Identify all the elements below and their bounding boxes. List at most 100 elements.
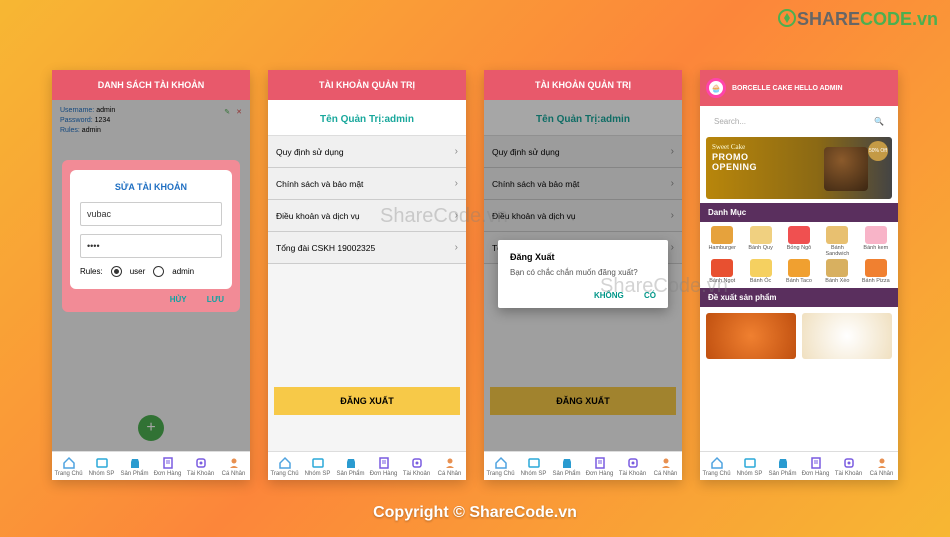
nav-label: Đơn Hàng — [799, 471, 832, 477]
dialog-message: Bạn có chắc chắn muốn đăng xuất? — [510, 268, 656, 277]
dialog-no-button[interactable]: KHÔNG — [594, 291, 624, 300]
search-input[interactable]: Search... 🔍 — [706, 112, 892, 131]
menu-item[interactable]: Chính sách và bảo mật› — [268, 168, 466, 200]
app-header: 🧁 BORCELLE CAKE HELLO ADMIN — [700, 70, 898, 106]
nav-item[interactable]: Nhóm SP — [301, 452, 334, 480]
nav-item[interactable]: Đơn Hàng — [367, 452, 400, 480]
nav-label: Tài Khoản — [400, 471, 433, 477]
phone-screen-1: DANH SÁCH TÀI KHOẢN Username: admin Pass… — [52, 70, 250, 480]
category-item[interactable]: Bánh kem — [858, 226, 894, 257]
menu-item[interactable]: Điều khoản và dịch vụ› — [268, 200, 466, 232]
radio-admin[interactable] — [153, 266, 164, 277]
cancel-button[interactable]: HỦY — [170, 295, 187, 304]
category-item[interactable]: Bỏng Ngô — [781, 226, 817, 257]
menu-item[interactable]: Quy định sử dụng› — [268, 136, 466, 168]
nav-label: Tài Khoản — [616, 471, 649, 477]
nav-item[interactable]: Trang Chủ — [484, 452, 517, 480]
nav-icon — [527, 456, 541, 470]
nav-item[interactable]: Đơn Hàng — [799, 452, 832, 480]
nav-item[interactable]: Trang Chủ — [268, 452, 301, 480]
nav-label: Đơn Hàng — [583, 471, 616, 477]
nav-icon — [710, 456, 724, 470]
app-title: BORCELLE CAKE HELLO ADMIN — [732, 85, 843, 92]
radio-user[interactable] — [111, 266, 122, 277]
nav-icon — [410, 456, 424, 470]
nav-item[interactable]: Nhóm SP — [85, 452, 118, 480]
nav-icon — [227, 456, 241, 470]
nav-item[interactable]: Tài Khoản — [184, 452, 217, 480]
category-item[interactable]: Hamburger — [704, 226, 740, 257]
nav-icon — [95, 456, 109, 470]
bottom-nav: Trang ChủNhóm SPSản PhẩmĐơn HàngTài Khoả… — [52, 451, 250, 480]
nav-icon — [560, 456, 574, 470]
nav-item[interactable]: Đơn Hàng — [151, 452, 184, 480]
nav-item[interactable]: Tài Khoản — [400, 452, 433, 480]
section-categories: Danh Mục — [700, 203, 898, 222]
nav-item[interactable]: Trang Chủ — [700, 452, 733, 480]
nav-icon — [128, 456, 142, 470]
nav-item[interactable]: Cá Nhân — [865, 452, 898, 480]
nav-item[interactable]: Cá Nhân — [649, 452, 682, 480]
nav-item[interactable]: Đơn Hàng — [583, 452, 616, 480]
nav-label: Sản Phẩm — [334, 471, 367, 477]
nav-item[interactable]: Sản Phẩm — [334, 452, 367, 480]
nav-item[interactable]: Cá Nhân — [217, 452, 250, 480]
app-title: TÀI KHOẢN QUẢN TRỊ — [268, 70, 466, 100]
copyright-text: Copyright © ShareCode.vn — [0, 504, 950, 522]
nav-item[interactable]: Tài Khoản — [616, 452, 649, 480]
category-grid: HamburgerBánh QuyBỏng NgôBánh SandwichBá… — [700, 222, 898, 288]
dialog-yes-button[interactable]: CÓ — [644, 291, 656, 300]
nav-icon — [494, 456, 508, 470]
nav-item[interactable]: Cá Nhân — [433, 452, 466, 480]
nav-item[interactable]: Tài Khoản — [832, 452, 865, 480]
category-item[interactable]: Bánh Quy — [742, 226, 778, 257]
bottom-nav: Trang ChủNhóm SPSản PhẩmĐơn HàngTài Khoả… — [700, 451, 898, 480]
nav-item[interactable]: Sản Phẩm — [766, 452, 799, 480]
nav-icon — [809, 456, 823, 470]
phone-screen-2: TÀI KHOẢN QUẢN TRỊ Tên Quản Trị:admin Qu… — [268, 70, 466, 480]
cake-image — [824, 147, 868, 191]
nav-icon — [377, 456, 391, 470]
menu-item[interactable]: Tổng đài CSKH 19002325› — [268, 232, 466, 264]
nav-label: Nhóm SP — [733, 471, 766, 477]
promo-banner[interactable]: Sweet Cake PROMOOPENING 50% Off — [706, 137, 892, 199]
logout-button[interactable]: ĐĂNG XUẤT — [274, 387, 460, 415]
product-card[interactable] — [802, 313, 892, 359]
category-item[interactable]: Bánh Ngọt — [704, 259, 740, 284]
category-item[interactable]: Bánh Xèo — [819, 259, 855, 284]
nav-item[interactable]: Nhóm SP — [517, 452, 550, 480]
nav-label: Tài Khoản — [184, 471, 217, 477]
nav-label: Trang Chủ — [484, 471, 517, 477]
nav-icon — [842, 456, 856, 470]
nav-label: Cá Nhân — [217, 471, 250, 477]
chevron-right-icon: › — [455, 242, 458, 253]
discount-badge: 50% Off — [868, 141, 888, 161]
username-field[interactable]: vubac — [80, 202, 222, 226]
search-icon: 🔍 — [874, 117, 884, 126]
save-button[interactable]: LƯU — [207, 295, 224, 304]
nav-item[interactable]: Sản Phẩm — [550, 452, 583, 480]
nav-icon — [875, 456, 889, 470]
nav-label: Trang Chủ — [52, 471, 85, 477]
nav-item[interactable]: Trang Chủ — [52, 452, 85, 480]
nav-icon — [344, 456, 358, 470]
nav-item[interactable]: Nhóm SP — [733, 452, 766, 480]
nav-icon — [593, 456, 607, 470]
category-item[interactable]: Bánh Taco — [781, 259, 817, 284]
nav-icon — [311, 456, 325, 470]
nav-icon — [626, 456, 640, 470]
category-item[interactable]: Bánh Pizza — [858, 259, 894, 284]
nav-icon — [194, 456, 208, 470]
category-item[interactable]: Bánh Sandwich — [819, 226, 855, 257]
nav-icon — [776, 456, 790, 470]
bottom-nav: Trang ChủNhóm SPSản PhẩmĐơn HàngTài Khoả… — [268, 451, 466, 480]
nav-label: Đơn Hàng — [367, 471, 400, 477]
category-item[interactable]: Bánh Óc — [742, 259, 778, 284]
nav-item[interactable]: Sản Phẩm — [118, 452, 151, 480]
edit-account-modal: SỬA TÀI KHOẢN vubac •••• Rules: user adm… — [62, 160, 240, 312]
product-card[interactable] — [706, 313, 796, 359]
nav-label: Nhóm SP — [301, 471, 334, 477]
nav-label: Nhóm SP — [85, 471, 118, 477]
password-field[interactable]: •••• — [80, 234, 222, 258]
nav-label: Trang Chủ — [700, 471, 733, 477]
